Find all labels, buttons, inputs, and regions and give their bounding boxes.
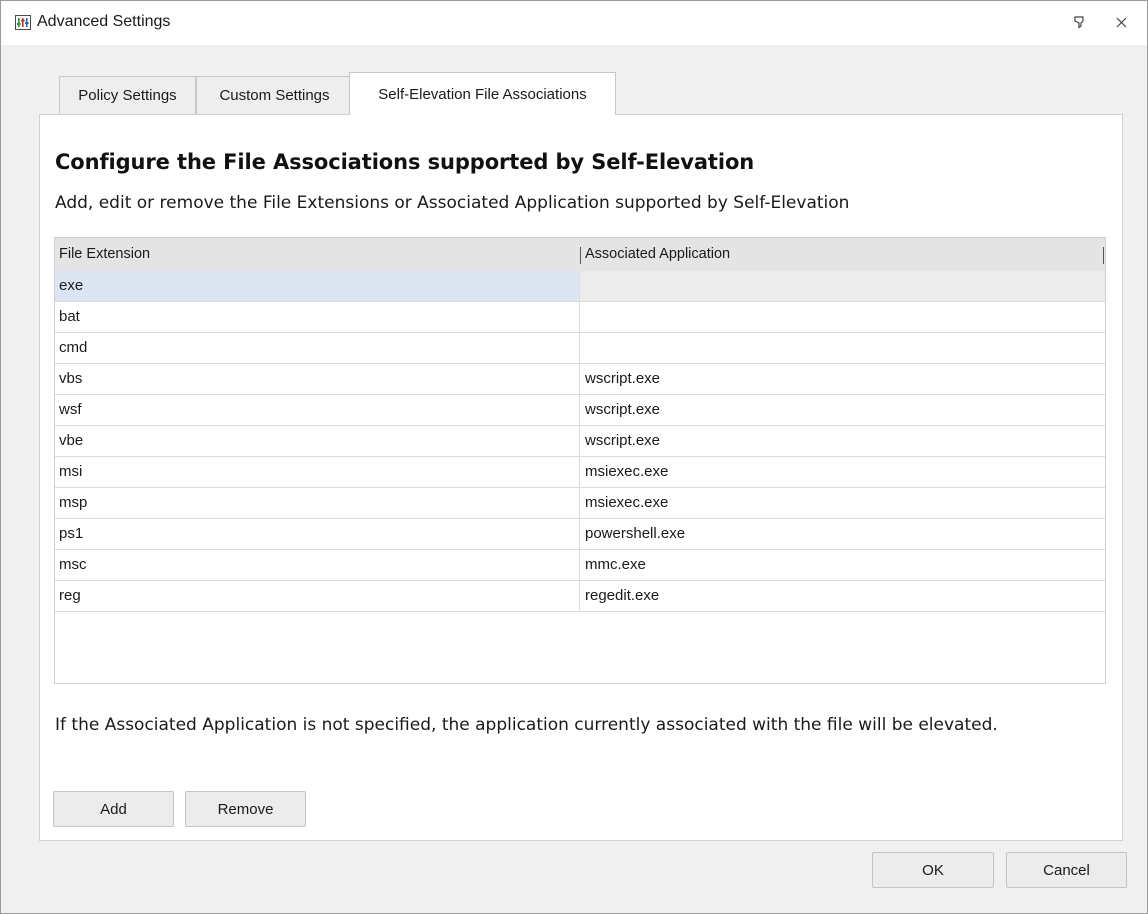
table-row[interactable]: cmd	[55, 333, 1105, 364]
remove-button[interactable]: Remove	[185, 791, 306, 827]
tab-policy-settings[interactable]: Policy Settings	[59, 76, 196, 114]
title-bar: Advanced Settings	[1, 1, 1147, 45]
table-row[interactable]: wsf wscript.exe	[55, 395, 1105, 426]
cell-associated-application[interactable]: msiexec.exe	[580, 488, 1105, 519]
pin-icon[interactable]	[1067, 11, 1091, 33]
cell-associated-application[interactable]: mmc.exe	[580, 550, 1105, 581]
cancel-button[interactable]: Cancel	[1006, 852, 1127, 888]
cell-file-extension[interactable]: vbe	[55, 426, 580, 457]
info-note: If the Associated Application is not spe…	[55, 715, 998, 735]
cell-file-extension[interactable]: cmd	[55, 333, 580, 364]
tab-custom-settings[interactable]: Custom Settings	[196, 76, 353, 114]
table-body: exe bat cmd vbs wscript.exe wsf wscript.exe vbe…	[55, 271, 1105, 612]
cell-associated-application[interactable]: regedit.exe	[580, 581, 1105, 612]
column-header-associated-application[interactable]: Associated Application	[585, 246, 730, 262]
table-row[interactable]: msc mmc.exe	[55, 550, 1105, 581]
page-title: Configure the File Associations supporte…	[55, 150, 755, 174]
tab-self-elevation-file-associations[interactable]: Self-Elevation File Associations	[349, 72, 616, 115]
cell-associated-application[interactable]	[580, 302, 1105, 333]
advanced-settings-dialog: Advanced Settings Policy Settings Custom…	[0, 0, 1148, 914]
table-row[interactable]: vbs wscript.exe	[55, 364, 1105, 395]
cell-associated-application[interactable]	[580, 271, 1105, 302]
ok-button[interactable]: OK	[872, 852, 994, 888]
cell-associated-application[interactable]: msiexec.exe	[580, 457, 1105, 488]
column-resize-handle[interactable]	[580, 247, 581, 264]
cell-file-extension[interactable]: ps1	[55, 519, 580, 550]
page-subtitle: Add, edit or remove the File Extensions …	[55, 193, 850, 213]
tab-label: Custom Settings	[219, 87, 330, 104]
cell-file-extension[interactable]: msc	[55, 550, 580, 581]
cell-associated-application[interactable]: wscript.exe	[580, 395, 1105, 426]
table-row[interactable]: reg regedit.exe	[55, 581, 1105, 612]
cell-file-extension[interactable]: msi	[55, 457, 580, 488]
table-row[interactable]: vbe wscript.exe	[55, 426, 1105, 457]
window-title: Advanced Settings	[37, 13, 171, 30]
cell-associated-application[interactable]	[580, 333, 1105, 364]
table-row[interactable]: ps1 powershell.exe	[55, 519, 1105, 550]
cell-file-extension[interactable]: reg	[55, 581, 580, 612]
cell-associated-application[interactable]: powershell.exe	[580, 519, 1105, 550]
table-row[interactable]: bat	[55, 302, 1105, 333]
column-resize-handle[interactable]	[1103, 247, 1104, 264]
table-row[interactable]: msp msiexec.exe	[55, 488, 1105, 519]
column-header-file-extension[interactable]: File Extension	[59, 246, 150, 262]
table-row[interactable]: msi msiexec.exe	[55, 457, 1105, 488]
cell-file-extension[interactable]: wsf	[55, 395, 580, 426]
file-associations-table[interactable]: File Extension Associated Application ex…	[54, 237, 1106, 684]
add-button[interactable]: Add	[53, 791, 174, 827]
cell-associated-application[interactable]: wscript.exe	[580, 364, 1105, 395]
cell-associated-application[interactable]: wscript.exe	[580, 426, 1105, 457]
tab-panel: Configure the File Associations supporte…	[39, 114, 1123, 841]
cell-file-extension[interactable]: exe	[55, 271, 580, 302]
tab-label: Self-Elevation File Associations	[378, 85, 587, 103]
settings-sliders-icon	[15, 15, 31, 30]
close-icon[interactable]	[1109, 11, 1133, 33]
cell-file-extension[interactable]: vbs	[55, 364, 580, 395]
tab-label: Policy Settings	[78, 87, 177, 104]
cell-file-extension[interactable]: msp	[55, 488, 580, 519]
table-header: File Extension Associated Application	[55, 238, 1105, 271]
table-row[interactable]: exe	[55, 271, 1105, 302]
cell-file-extension[interactable]: bat	[55, 302, 580, 333]
